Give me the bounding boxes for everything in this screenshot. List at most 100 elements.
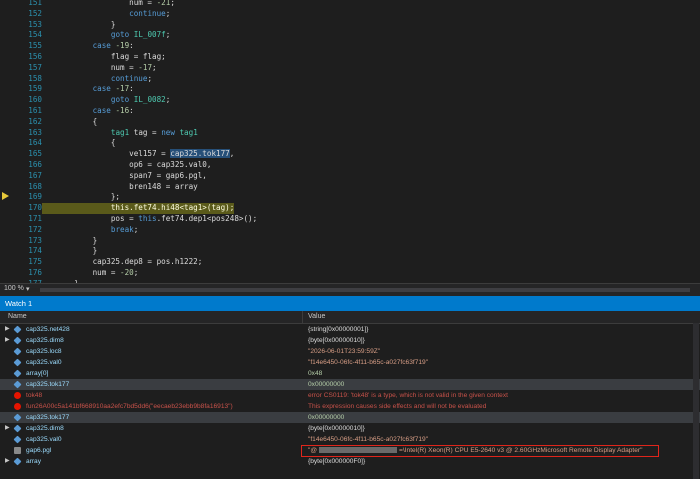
watch-value[interactable]: {byte[0x00000010]}	[308, 423, 365, 434]
code-text: continue;	[110, 73, 153, 83]
watch-row[interactable]: cap325.tok177 0x00000000	[0, 379, 700, 390]
expand-arrow-icon[interactable]: ▶	[5, 324, 10, 335]
line-number: 164	[28, 138, 42, 148]
line-number: 153	[28, 19, 42, 29]
code-editor[interactable]: 151 num = -21; 152 continue; 153 } 154 goto…	[0, 0, 700, 283]
watch-row[interactable]: ▶ cap325.dim8 {byte[0x00000010]}	[0, 423, 700, 434]
code-line[interactable]: 165 vel157 = cap325.tok177,	[14, 149, 694, 160]
expand-arrow-icon[interactable]: ▶	[5, 335, 10, 346]
code-line[interactable]: 154 goto IL_007f;	[14, 30, 694, 41]
watch-value[interactable]: 0x00000000	[308, 379, 344, 390]
watch-name[interactable]: gap6.pgl	[26, 445, 51, 456]
field-icon	[13, 380, 22, 389]
code-line[interactable]: 174 }	[14, 246, 694, 257]
code-line[interactable]: 168 bren148 = array	[14, 182, 694, 193]
line-number: 176	[28, 268, 42, 277]
code-line[interactable]: 153 }	[14, 20, 694, 31]
code-line[interactable]: 169 };	[14, 192, 694, 203]
watch-value[interactable]: error CS0119: 'tok48' is a type, which i…	[308, 390, 508, 401]
code-line[interactable]: 173 }	[14, 236, 694, 247]
code-line[interactable]: 163 tag1 tag = new tag1	[14, 128, 694, 139]
watch-name[interactable]: cap325.dim8	[26, 423, 64, 434]
code-line[interactable]: 156 flag = flag;	[14, 52, 694, 63]
code-text: }	[56, 235, 98, 245]
line-number: 161	[28, 106, 42, 115]
watch-value[interactable]: {string[0x00000001]}	[308, 324, 369, 335]
code-text: flag = flag;	[56, 52, 166, 61]
watch-row[interactable]: cap325.tok177 0x00000000	[0, 412, 700, 423]
watch-value[interactable]: {byte[0x000000F0]}	[308, 456, 365, 467]
code-line[interactable]: 176 num = -20;	[14, 268, 694, 279]
editor-status-bar: 100 % ▾	[0, 283, 700, 296]
watch-name[interactable]: cap325.dim8	[26, 335, 64, 346]
watch-name[interactable]: cap325.net428	[26, 324, 70, 335]
code-line[interactable]: 167 span7 = gap6.pgl,	[14, 171, 694, 182]
code-line[interactable]: 155 case -19:	[14, 41, 694, 52]
code-line[interactable]: 152 continue;	[14, 9, 694, 20]
horizontal-scrollbar[interactable]	[40, 288, 690, 292]
code-line[interactable]: 158 continue;	[14, 74, 694, 85]
code-line[interactable]: 171 pos = this.fet74.dep1<pos248>();	[14, 214, 694, 225]
code-line[interactable]: 160 goto IL_0082;	[14, 95, 694, 106]
code-line[interactable]: 161 case -16:	[14, 106, 694, 117]
watch-value[interactable]: "f14e6450-06fc-4f11-b65c-a027fc63f719"	[308, 434, 428, 445]
code-line[interactable]: 164 {	[14, 138, 694, 149]
watch-value[interactable]: This expression causes side effects and …	[308, 401, 486, 412]
watch-name[interactable]: cap325.val0	[26, 434, 62, 445]
field-icon	[13, 413, 22, 422]
name-column-header[interactable]: Name	[8, 311, 27, 323]
code-line[interactable]: 159 case -17:	[14, 84, 694, 95]
code-text: {	[56, 116, 98, 126]
code-line[interactable]: 170 this.fet74.hi48<tag1>(tag);	[14, 203, 694, 214]
value-column-header[interactable]: Value	[308, 311, 325, 323]
watch-name[interactable]: cap325.val0	[26, 357, 62, 368]
code-line[interactable]: 157 num = -17;	[14, 63, 694, 74]
watch-value[interactable]: {byte[0x00000010]}	[308, 335, 365, 346]
expand-arrow-icon[interactable]: ▶	[5, 423, 10, 434]
watch-row[interactable]: cap325.val0 "f14e6450-06fc-4f11-b65c-a027…	[0, 357, 700, 368]
code-line[interactable]: 162 {	[14, 117, 694, 128]
watch-name[interactable]: array[0]	[26, 368, 48, 379]
line-number: 170	[28, 203, 42, 213]
code-text: }	[56, 19, 116, 29]
watch-row[interactable]: cap325.loc8 "2026-06-01T23:59:59Z"	[0, 346, 700, 357]
field-icon	[13, 358, 22, 367]
field-icon	[13, 457, 22, 466]
watch-row[interactable]: cap325.val0 "f14e6450-06fc-4f11-b65c-a027…	[0, 434, 700, 445]
zoom-level[interactable]: 100 %	[4, 285, 24, 292]
watch-row[interactable]: ▶ cap325.dim8 {byte[0x00000010]}	[0, 335, 700, 346]
field-icon	[13, 424, 22, 433]
watch-row[interactable]: tok48 error CS0119: 'tok48' is a type, wh…	[0, 390, 700, 401]
code-line[interactable]: 175 cap325.dep8 = pos.h1222;	[14, 257, 694, 268]
watch-name[interactable]: fun26A00c5a141bf668910aa2efc7bd5dd6("eec…	[26, 401, 233, 412]
watch-value[interactable]: 0x48	[308, 368, 322, 379]
line-number: 173	[28, 235, 42, 245]
watch-name[interactable]: tok48	[26, 390, 42, 401]
code-text: goto IL_0082;	[110, 95, 171, 105]
column-divider[interactable]	[302, 311, 303, 323]
code-line[interactable]: 172 break;	[14, 225, 694, 236]
code-line[interactable]: 151 num = -21;	[14, 0, 694, 9]
watch-value[interactable]: "2026-06-01T23:59:59Z"	[308, 346, 380, 357]
line-number: 156	[28, 52, 42, 61]
current-statement-arrow-icon	[2, 192, 9, 200]
watch-value[interactable]: 0x00000000	[308, 412, 344, 423]
zoom-dropdown-icon[interactable]: ▾	[26, 285, 30, 293]
line-number: 172	[28, 224, 42, 234]
watch-row[interactable]: fun26A00c5a141bf668910aa2efc7bd5dd6("eec…	[0, 401, 700, 412]
line-number: 159	[28, 84, 42, 94]
watch-row[interactable]: array[0] 0x48	[0, 368, 700, 379]
watch-name[interactable]: cap325.tok177	[26, 412, 69, 423]
code-line[interactable]: 166 op6 = cap325.val0,	[14, 160, 694, 171]
field-icon	[13, 336, 22, 345]
watch-vertical-scrollbar[interactable]	[693, 323, 699, 479]
watch-name[interactable]: array	[26, 456, 41, 467]
watch-value[interactable]: "f14e6450-06fc-4f11-b65c-a027fc63f719"	[308, 357, 428, 368]
watch-name[interactable]: cap325.loc8	[26, 346, 62, 357]
code-text: bren148 = array	[56, 181, 198, 191]
watch-name[interactable]: cap325.tok177	[26, 379, 69, 390]
indicator-margin[interactable]	[0, 0, 14, 283]
watch-row[interactable]: ▶ cap325.net428 {string[0x00000001]}	[0, 324, 700, 335]
watch-row[interactable]: ▶ array {byte[0x000000F0]}	[0, 456, 700, 467]
expand-arrow-icon[interactable]: ▶	[5, 456, 10, 467]
